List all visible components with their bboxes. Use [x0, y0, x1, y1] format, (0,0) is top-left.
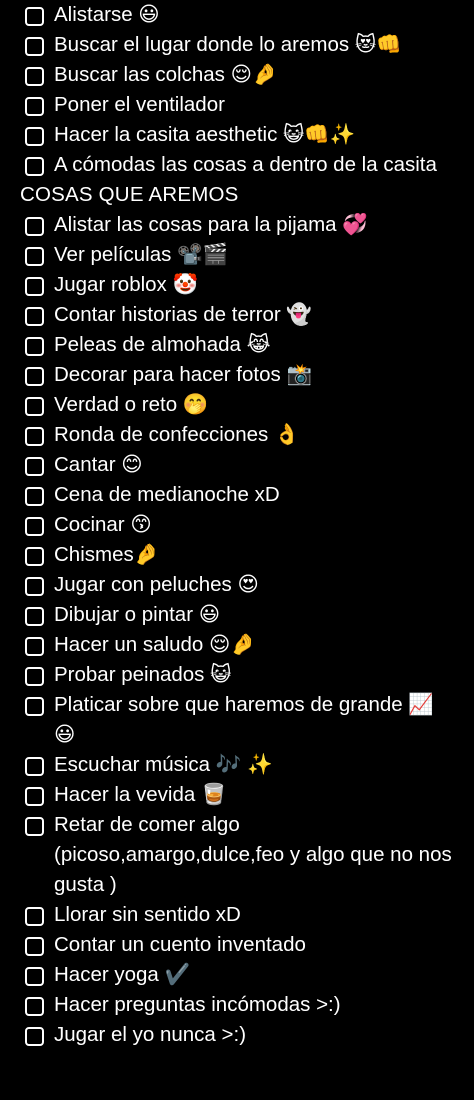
checkbox[interactable] [25, 427, 44, 446]
list-item: Contar historias de terror 👻 [0, 300, 474, 330]
list-item: Jugar roblox 🤡 [0, 270, 474, 300]
checkbox[interactable] [25, 337, 44, 356]
list-item: Hacer un saludo 😌🤌 [0, 630, 474, 660]
list-item: Cocinar 😙 [0, 510, 474, 540]
list-item: Alistarse 😃 [0, 0, 474, 30]
checkbox[interactable] [25, 157, 44, 176]
list-item: Ver películas 📽️🎬 [0, 240, 474, 270]
item-text: Hacer preguntas incómodas >:) [54, 993, 341, 1016]
item-text: Hacer un saludo 😌🤌 [54, 633, 256, 656]
list-item: Hacer preguntas incómodas >:) [0, 990, 474, 1020]
list-item: Dibujar o pintar 😃 [0, 600, 474, 630]
checkbox[interactable] [25, 547, 44, 566]
item-text: Hacer la vevida 🥃 [54, 783, 227, 806]
checkbox[interactable] [25, 67, 44, 86]
list-item: Decorar para hacer fotos 📸 [0, 360, 474, 390]
list-item: Hacer la vevida 🥃 [0, 780, 474, 810]
item-text: Buscar las colchas 😌🤌 [54, 63, 278, 86]
checkbox[interactable] [25, 757, 44, 776]
item-text: Chismes🤌 [54, 543, 160, 566]
checkbox[interactable] [25, 787, 44, 806]
item-text: Hacer la casita aesthetic 😺👊✨ [54, 123, 356, 146]
checkbox[interactable] [25, 367, 44, 386]
checkbox[interactable] [25, 577, 44, 596]
item-text: Probar peinados 😺 [54, 663, 232, 686]
list-item: Alistar las cosas para la pijama 💞 [0, 210, 474, 240]
checkbox[interactable] [25, 937, 44, 956]
item-text: A cómodas las cosas a dentro de la casit… [54, 153, 437, 176]
checkbox[interactable] [25, 277, 44, 296]
item-text: Jugar con peluches 😍 [54, 573, 259, 596]
checkbox[interactable] [25, 817, 44, 836]
checkbox[interactable] [25, 697, 44, 716]
list-item: Hacer la casita aesthetic 😺👊✨ [0, 120, 474, 150]
list-item: Peleas de almohada 😹 [0, 330, 474, 360]
list-item: Jugar con peluches 😍 [0, 570, 474, 600]
checkbox[interactable] [25, 517, 44, 536]
checkbox[interactable] [25, 907, 44, 926]
list-item: Probar peinados 😺 [0, 660, 474, 690]
checkbox[interactable] [25, 127, 44, 146]
item-text: Ronda de confecciones 👌 [54, 423, 300, 446]
item-text: Jugar roblox 🤡 [54, 273, 199, 296]
list-item: Ronda de confecciones 👌 [0, 420, 474, 450]
item-text: Alistar las cosas para la pijama 💞 [54, 213, 368, 236]
checkbox[interactable] [25, 1027, 44, 1046]
item-text: Retar de comer algo (picoso,amargo,dulce… [54, 813, 452, 896]
checkbox[interactable] [25, 967, 44, 986]
item-text: Poner el ventilador [54, 93, 225, 116]
list-item: Llorar sin sentido xD [0, 900, 474, 930]
checkbox[interactable] [25, 667, 44, 686]
list-item: Hacer yoga ✔️ [0, 960, 474, 990]
list-item: Poner el ventilador [0, 90, 474, 120]
item-text: Cocinar 😙 [54, 513, 152, 536]
checkbox[interactable] [25, 7, 44, 26]
checkbox[interactable] [25, 457, 44, 476]
checkbox[interactable] [25, 607, 44, 626]
item-text: Jugar el yo nunca >:) [54, 1023, 247, 1046]
list-item: Cena de medianoche xD [0, 480, 474, 510]
section-header: COSAS QUE AREMOS [20, 183, 239, 206]
item-text: Alistarse 😃 [54, 3, 160, 26]
list-item: Retar de comer algo (picoso,amargo,dulce… [0, 810, 474, 900]
item-text: Contar historias de terror 👻 [54, 303, 312, 326]
checkbox[interactable] [25, 997, 44, 1016]
checkbox[interactable] [25, 637, 44, 656]
item-text: Platicar sobre que haremos de grande 📈😃 [54, 693, 434, 746]
item-text: Escuchar música 🎶 ✨ [54, 753, 273, 776]
item-text: Llorar sin sentido xD [54, 903, 241, 926]
checkbox[interactable] [25, 97, 44, 116]
list-item: Buscar las colchas 😌🤌 [0, 60, 474, 90]
item-text: Contar un cuento inventado [54, 933, 306, 956]
checkbox[interactable] [25, 307, 44, 326]
item-text: Ver películas 📽️🎬 [54, 243, 229, 266]
checkbox[interactable] [25, 247, 44, 266]
checkbox[interactable] [25, 217, 44, 236]
list-item: A cómodas las cosas a dentro de la casit… [0, 150, 474, 180]
list-item: Verdad o reto 🤭 [0, 390, 474, 420]
checklist: Alistarse 😃 Buscar el lugar donde lo are… [0, 0, 474, 1050]
list-item: Cantar 😊 [0, 450, 474, 480]
item-text: Peleas de almohada 😹 [54, 333, 271, 356]
list-item: Contar un cuento inventado [0, 930, 474, 960]
list-item: Jugar el yo nunca >:) [0, 1020, 474, 1050]
list-item: Buscar el lugar donde lo aremos 😻👊 [0, 30, 474, 60]
checkbox[interactable] [25, 487, 44, 506]
item-text: Dibujar o pintar 😃 [54, 603, 221, 626]
item-text: Decorar para hacer fotos 📸 [54, 363, 312, 386]
list-item: Escuchar música 🎶 ✨ [0, 750, 474, 780]
item-text: Cantar 😊 [54, 453, 143, 476]
item-text: Buscar el lugar donde lo aremos 😻👊 [54, 33, 402, 56]
item-text: Verdad o reto 🤭 [54, 393, 209, 416]
checkbox[interactable] [25, 37, 44, 56]
checkbox[interactable] [25, 397, 44, 416]
list-item: Platicar sobre que haremos de grande 📈😃 [0, 690, 474, 750]
list-item: Chismes🤌 [0, 540, 474, 570]
item-text: Hacer yoga ✔️ [54, 963, 191, 986]
item-text: Cena de medianoche xD [54, 483, 280, 506]
